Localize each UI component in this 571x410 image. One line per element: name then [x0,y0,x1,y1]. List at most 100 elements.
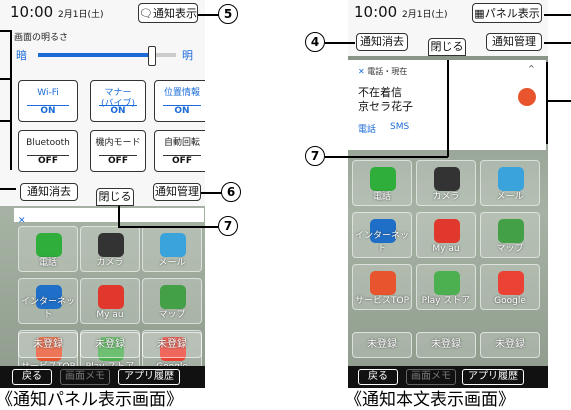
app-shortcut[interactable]: My au [80,278,140,324]
callout-line [544,14,571,16]
app-icon [498,167,524,191]
quick-tile[interactable]: 機内モード OFF [90,130,146,172]
collapsed-notification[interactable]: ✕ [14,208,204,226]
app-shortcut[interactable]: サービスTOP [352,264,412,310]
callout-line [544,42,571,44]
app-icon [160,233,186,257]
unregistered-slot[interactable]: 未登録 [480,332,540,358]
brightness-slider[interactable] [38,46,176,66]
back-button[interactable]: 戻る [12,369,52,385]
unregistered-slot[interactable]: 未登録 [416,332,476,358]
app-label: メール [496,192,524,202]
app-shortcut[interactable]: インターネット [352,212,412,258]
call-action[interactable]: 電話 [358,122,376,135]
callout-5: 5 [218,4,238,24]
close-panel-button[interactable]: 閉じる [96,188,134,206]
quick-tile[interactable]: 位置情報 ON [154,80,205,122]
clear-notifications-button[interactable]: 通知消去 [20,183,78,201]
app-shortcut[interactable]: カメラ [80,226,140,272]
tile-label: 位置情報 [163,88,200,98]
app-shortcut[interactable]: 電話 [352,160,412,206]
app-shortcut[interactable]: Play ストア [416,264,476,310]
app-label: インターネット [20,297,75,320]
app-icon [498,219,524,243]
clear-notifications-button[interactable]: 通知消去 [356,33,408,51]
callout-line [201,192,223,194]
app-shortcut[interactable]: カメラ [416,160,476,206]
callout-7: 7 [218,216,238,236]
app-icon [498,271,524,295]
tile-state: ON [99,105,137,117]
close-panel-button[interactable]: 閉じる [428,38,466,56]
app-shortcut[interactable]: メール [142,226,202,272]
app-label: サービスTOP [354,296,409,306]
app-shortcut[interactable]: インターネット [18,278,78,324]
app-icon [98,285,124,309]
app-label: 電話 [372,192,391,202]
tile-label: Bluetooth [26,138,70,148]
brightness-fill [38,53,152,57]
tile-state: OFF [163,155,201,167]
quick-tile[interactable]: Bluetooth OFF [18,130,78,172]
manage-notifications-button[interactable]: 通知管理 [153,183,201,201]
unregistered-slot[interactable]: 未登録 [142,332,202,358]
show-panel-button[interactable]: ▦パネル表示 [472,3,542,23]
chevron-up-icon[interactable]: ^ [528,64,535,73]
callout-line [118,226,218,228]
left-bracket [10,78,12,170]
callout-line [325,156,448,158]
app-label: Google [494,296,526,306]
left-phone-screen: 10:00 2月1日(土) 🗨通知表示 画面の明るさ 暗 明 Wi-Fi ON マナ… [0,0,205,388]
show-notifications-button[interactable]: 🗨通知表示 [138,3,198,23]
tile-state: OFF [99,155,137,167]
callout-4: 4 [305,32,325,52]
app-shortcut[interactable]: マップ [480,212,540,258]
unregistered-slot[interactable]: 未登録 [80,332,140,358]
right-phone-screen: 10:00 2月1日(土) ▦パネル表示 通知消去 閉じる 通知管理 ✕ 電話・… [348,0,548,388]
unregistered-slot[interactable]: 未登録 [18,332,78,358]
screen-memo-button[interactable]: 画面メモ [60,369,110,385]
callout-line [198,14,220,16]
notification-header: 10:00 2月1日(土) ▦パネル表示 通知消去 閉じる 通知管理 [348,0,548,56]
brightness-title: 画面の明るさ [14,33,69,43]
app-shortcut[interactable]: メール [480,160,540,206]
left-caption: 《通知パネル表示画面》 [0,390,183,410]
panel-grid-icon: ▦ [474,7,485,20]
app-icon [160,285,186,309]
right-caption: 《通知本文表示画面》 [345,390,515,410]
app-shortcut[interactable]: マップ [142,278,202,324]
app-label: カメラ [96,258,124,268]
left-bracket [0,120,10,122]
app-shortcut[interactable]: Google [480,264,540,310]
screen-memo-button[interactable]: 画面メモ [406,369,456,385]
app-label: マップ [158,310,186,320]
tile-label: 機内モード [95,138,141,148]
app-shortcut[interactable]: My au [416,212,476,258]
back-button[interactable]: 戻る [358,369,398,385]
left-bracket [0,30,10,32]
left-bracket [0,188,16,190]
app-history-button[interactable]: アプリ履歴 [118,369,180,385]
status-time: 10:00 2月1日(土) [10,3,104,21]
app-shortcut[interactable]: 電話 [18,226,78,272]
unregistered-slot[interactable]: 未登録 [352,332,412,358]
app-label: My au [96,310,124,320]
app-icon [370,271,396,295]
tile-state: ON [27,105,69,117]
app-icon [370,167,396,191]
app-history-button[interactable]: アプリ履歴 [462,369,524,385]
brightness-knob[interactable] [148,46,157,66]
app-label: My au [432,244,460,254]
right-bracket [546,100,571,102]
callout-6: 6 [221,182,241,202]
quick-tile[interactable]: マナー (バイブ) ON [90,80,146,122]
app-label: インターネット [354,231,409,254]
app-icon [36,233,62,257]
quick-tile[interactable]: Wi-Fi ON [18,80,78,122]
sms-action[interactable]: SMS [390,122,409,132]
quick-tile[interactable]: 自動回転 OFF [154,130,205,172]
right-bracket [546,62,548,144]
dark-label: 暗 [16,49,27,62]
manage-notifications-button[interactable]: 通知管理 [486,33,542,51]
app-icon [434,271,460,295]
